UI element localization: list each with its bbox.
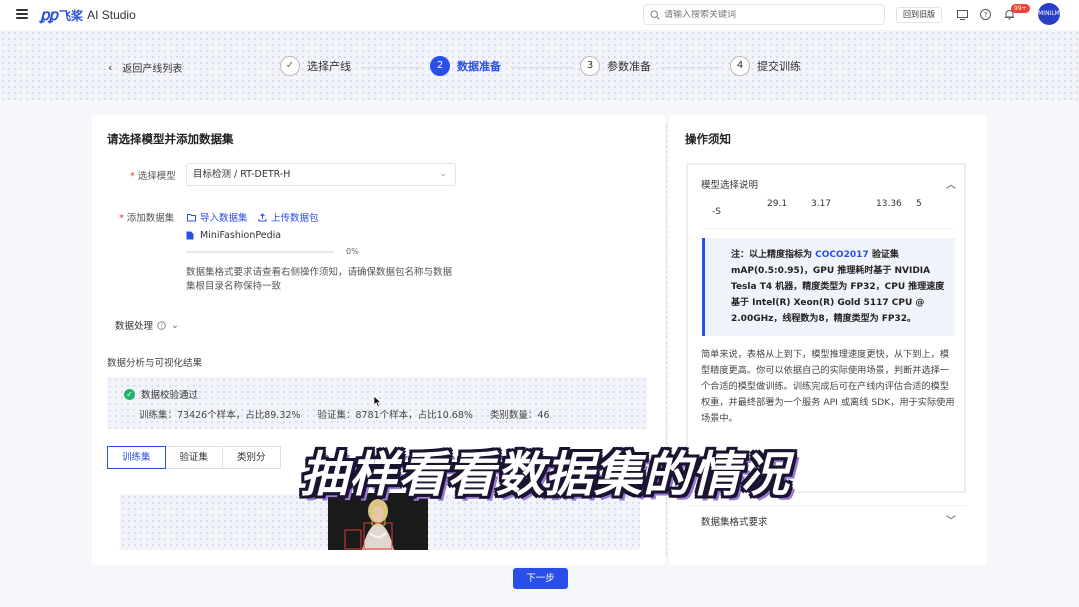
step-label: 提交训练 <box>757 60 801 73</box>
chevron-down-icon: ⌄ <box>171 319 179 331</box>
tab-train[interactable]: 训练集 <box>107 446 166 469</box>
next-step-button[interactable]: 下一步 <box>513 568 568 589</box>
upload-icon <box>258 212 267 221</box>
cpu-time-cell: 13.36 <box>876 199 902 209</box>
step-connector <box>660 67 722 68</box>
menu-icon[interactable] <box>16 9 28 19</box>
uploaded-file: MiniFashionPedia <box>186 230 281 241</box>
logo-cn-text: 飞桨 <box>59 8 84 23</box>
step-number: 2 <box>430 56 450 76</box>
chevron-up-icon[interactable]: ︿ <box>946 176 956 191</box>
validation-status-text: 数据校验通过 <box>141 390 199 401</box>
left-panel-title: 请选择模型并添加数据集 <box>107 132 234 146</box>
logo-mark: ꝑꝑ <box>40 6 58 24</box>
validation-status: ✓ 数据校验通过 <box>124 387 198 401</box>
chevron-down-icon: ⌄ <box>439 169 447 179</box>
model-size-cell: 5 <box>916 199 922 209</box>
step-number: 4 <box>730 56 750 76</box>
folder-icon <box>187 213 196 221</box>
dataset-format-accordion[interactable]: 数据集格式要求 ﹀ <box>686 505 966 533</box>
old-version-button[interactable]: 回到旧版 <box>896 7 942 23</box>
svg-text:?: ? <box>160 323 163 329</box>
notification-badge: 99+ <box>1011 4 1030 13</box>
model-select-value: 目标检测 / RT-DETR-H <box>193 169 291 180</box>
data-processing-toggle[interactable]: 数据处理 ? ⌄ <box>115 318 179 333</box>
accordion-title[interactable]: 模型选择说明 <box>701 177 758 191</box>
upload-package-link[interactable]: 上传数据包 <box>258 210 319 224</box>
note-body: 验证集 mAP(0.5:0.95)，GPU 推理耗时基于 NVIDIA Tesl… <box>731 250 945 324</box>
analysis-section-label: 数据分析与可视化结果 <box>107 358 203 369</box>
help-icon[interactable]: ? <box>979 8 992 21</box>
chevron-left-icon: ‹ <box>108 61 113 74</box>
model-table-row: -S 29.1 3.17 13.36 5 <box>704 199 954 229</box>
back-to-pipelines-link[interactable]: ‹ 返回产线列表 <box>108 60 182 75</box>
step-connector <box>510 67 572 68</box>
model-label: * 选择模型 <box>130 171 176 182</box>
step-params[interactable]: 3 参数准备 <box>580 56 651 76</box>
dataset-label: * 添加数据集 <box>119 213 175 224</box>
dataset-tabs: 训练集 验证集 类别分 <box>107 446 281 469</box>
video-caption: 抽样看看数据集的情况 <box>299 447 790 503</box>
step-data-prep[interactable]: 2 数据准备 <box>430 56 501 76</box>
step-connector <box>360 67 422 68</box>
back-label: 返回产线列表 <box>122 64 183 75</box>
step-label: 选择产线 <box>307 60 351 73</box>
model-select[interactable]: 目标检测 / RT-DETR-H ⌄ <box>186 163 456 186</box>
dataset-format-title: 数据集格式要求 <box>701 517 768 528</box>
file-icon <box>186 231 194 240</box>
upload-package-label: 上传数据包 <box>271 213 319 224</box>
check-circle-icon: ✓ <box>124 388 135 400</box>
logo[interactable]: ꝑꝑ 飞桨 AI Studio <box>40 6 136 24</box>
upload-progress-percent: 0% <box>346 247 359 256</box>
steps-bar: ‹ 返回产线列表 ✓ 选择产线 2 数据准备 3 参数准备 4 提交训练 <box>0 30 1079 100</box>
import-dataset-link[interactable]: 导入数据集 <box>187 210 248 224</box>
search-input[interactable] <box>664 9 874 20</box>
train-stats: 训练集：73426个样本，占比89.32% <box>139 410 301 421</box>
tab-val[interactable]: 验证集 <box>164 446 224 469</box>
avatar[interactable]: MINILM <box>1038 3 1060 25</box>
top-navbar: ꝑꝑ 飞桨 AI Studio 回到旧版 ? 99+ MINILM <box>0 0 1079 30</box>
question-circle-icon: ? <box>157 320 166 330</box>
note-prefix: 注：以上精度指标为 <box>731 250 816 260</box>
step-select-pipeline[interactable]: ✓ 选择产线 <box>280 56 351 76</box>
val-stats: 验证集：8781个样本，占比10.68% <box>317 410 473 421</box>
model-name-cell: -S <box>712 207 721 217</box>
monitor-icon[interactable] <box>956 8 969 21</box>
check-icon: ✓ <box>280 56 300 76</box>
search-icon <box>650 9 660 20</box>
logo-en-text: AI Studio <box>87 8 136 22</box>
model-selection-description: 简单来说，表格从上到下，模型推理速度更快，从下到上，模型精度更高。你可以依据自己… <box>701 349 955 424</box>
coco-link[interactable]: COCO2017 <box>815 250 869 260</box>
search-box[interactable] <box>643 4 885 25</box>
mouse-cursor-icon <box>373 395 382 408</box>
import-dataset-label: 导入数据集 <box>200 213 248 224</box>
dataset-hint: 数据集格式要求请查看右侧操作须知，请确保数据包名称与数据集根目录名称保持一致 <box>186 267 453 292</box>
gpu-time-cell: 3.17 <box>811 199 832 209</box>
accuracy-cell: 29.1 <box>767 199 788 209</box>
class-count: 类别数量：46 <box>489 410 550 421</box>
file-name: MiniFashionPedia <box>200 230 282 241</box>
chevron-down-icon: ﹀ <box>946 516 956 527</box>
data-processing-label: 数据处理 <box>115 321 154 332</box>
step-number: 3 <box>580 56 600 76</box>
dataset-stats: 训练集：73426个样本，占比89.32% 验证集：8781个样本，占比10.6… <box>139 407 564 421</box>
upload-progress-bar <box>186 251 334 253</box>
metrics-note: 注：以上精度指标为 COCO2017 验证集 mAP(0.5:0.95)，GPU… <box>702 238 955 336</box>
right-panel-title: 操作须知 <box>685 132 731 146</box>
step-label: 数据准备 <box>457 60 501 73</box>
svg-text:?: ? <box>984 11 988 19</box>
step-label: 参数准备 <box>607 60 651 73</box>
step-submit[interactable]: 4 提交训练 <box>730 56 801 76</box>
